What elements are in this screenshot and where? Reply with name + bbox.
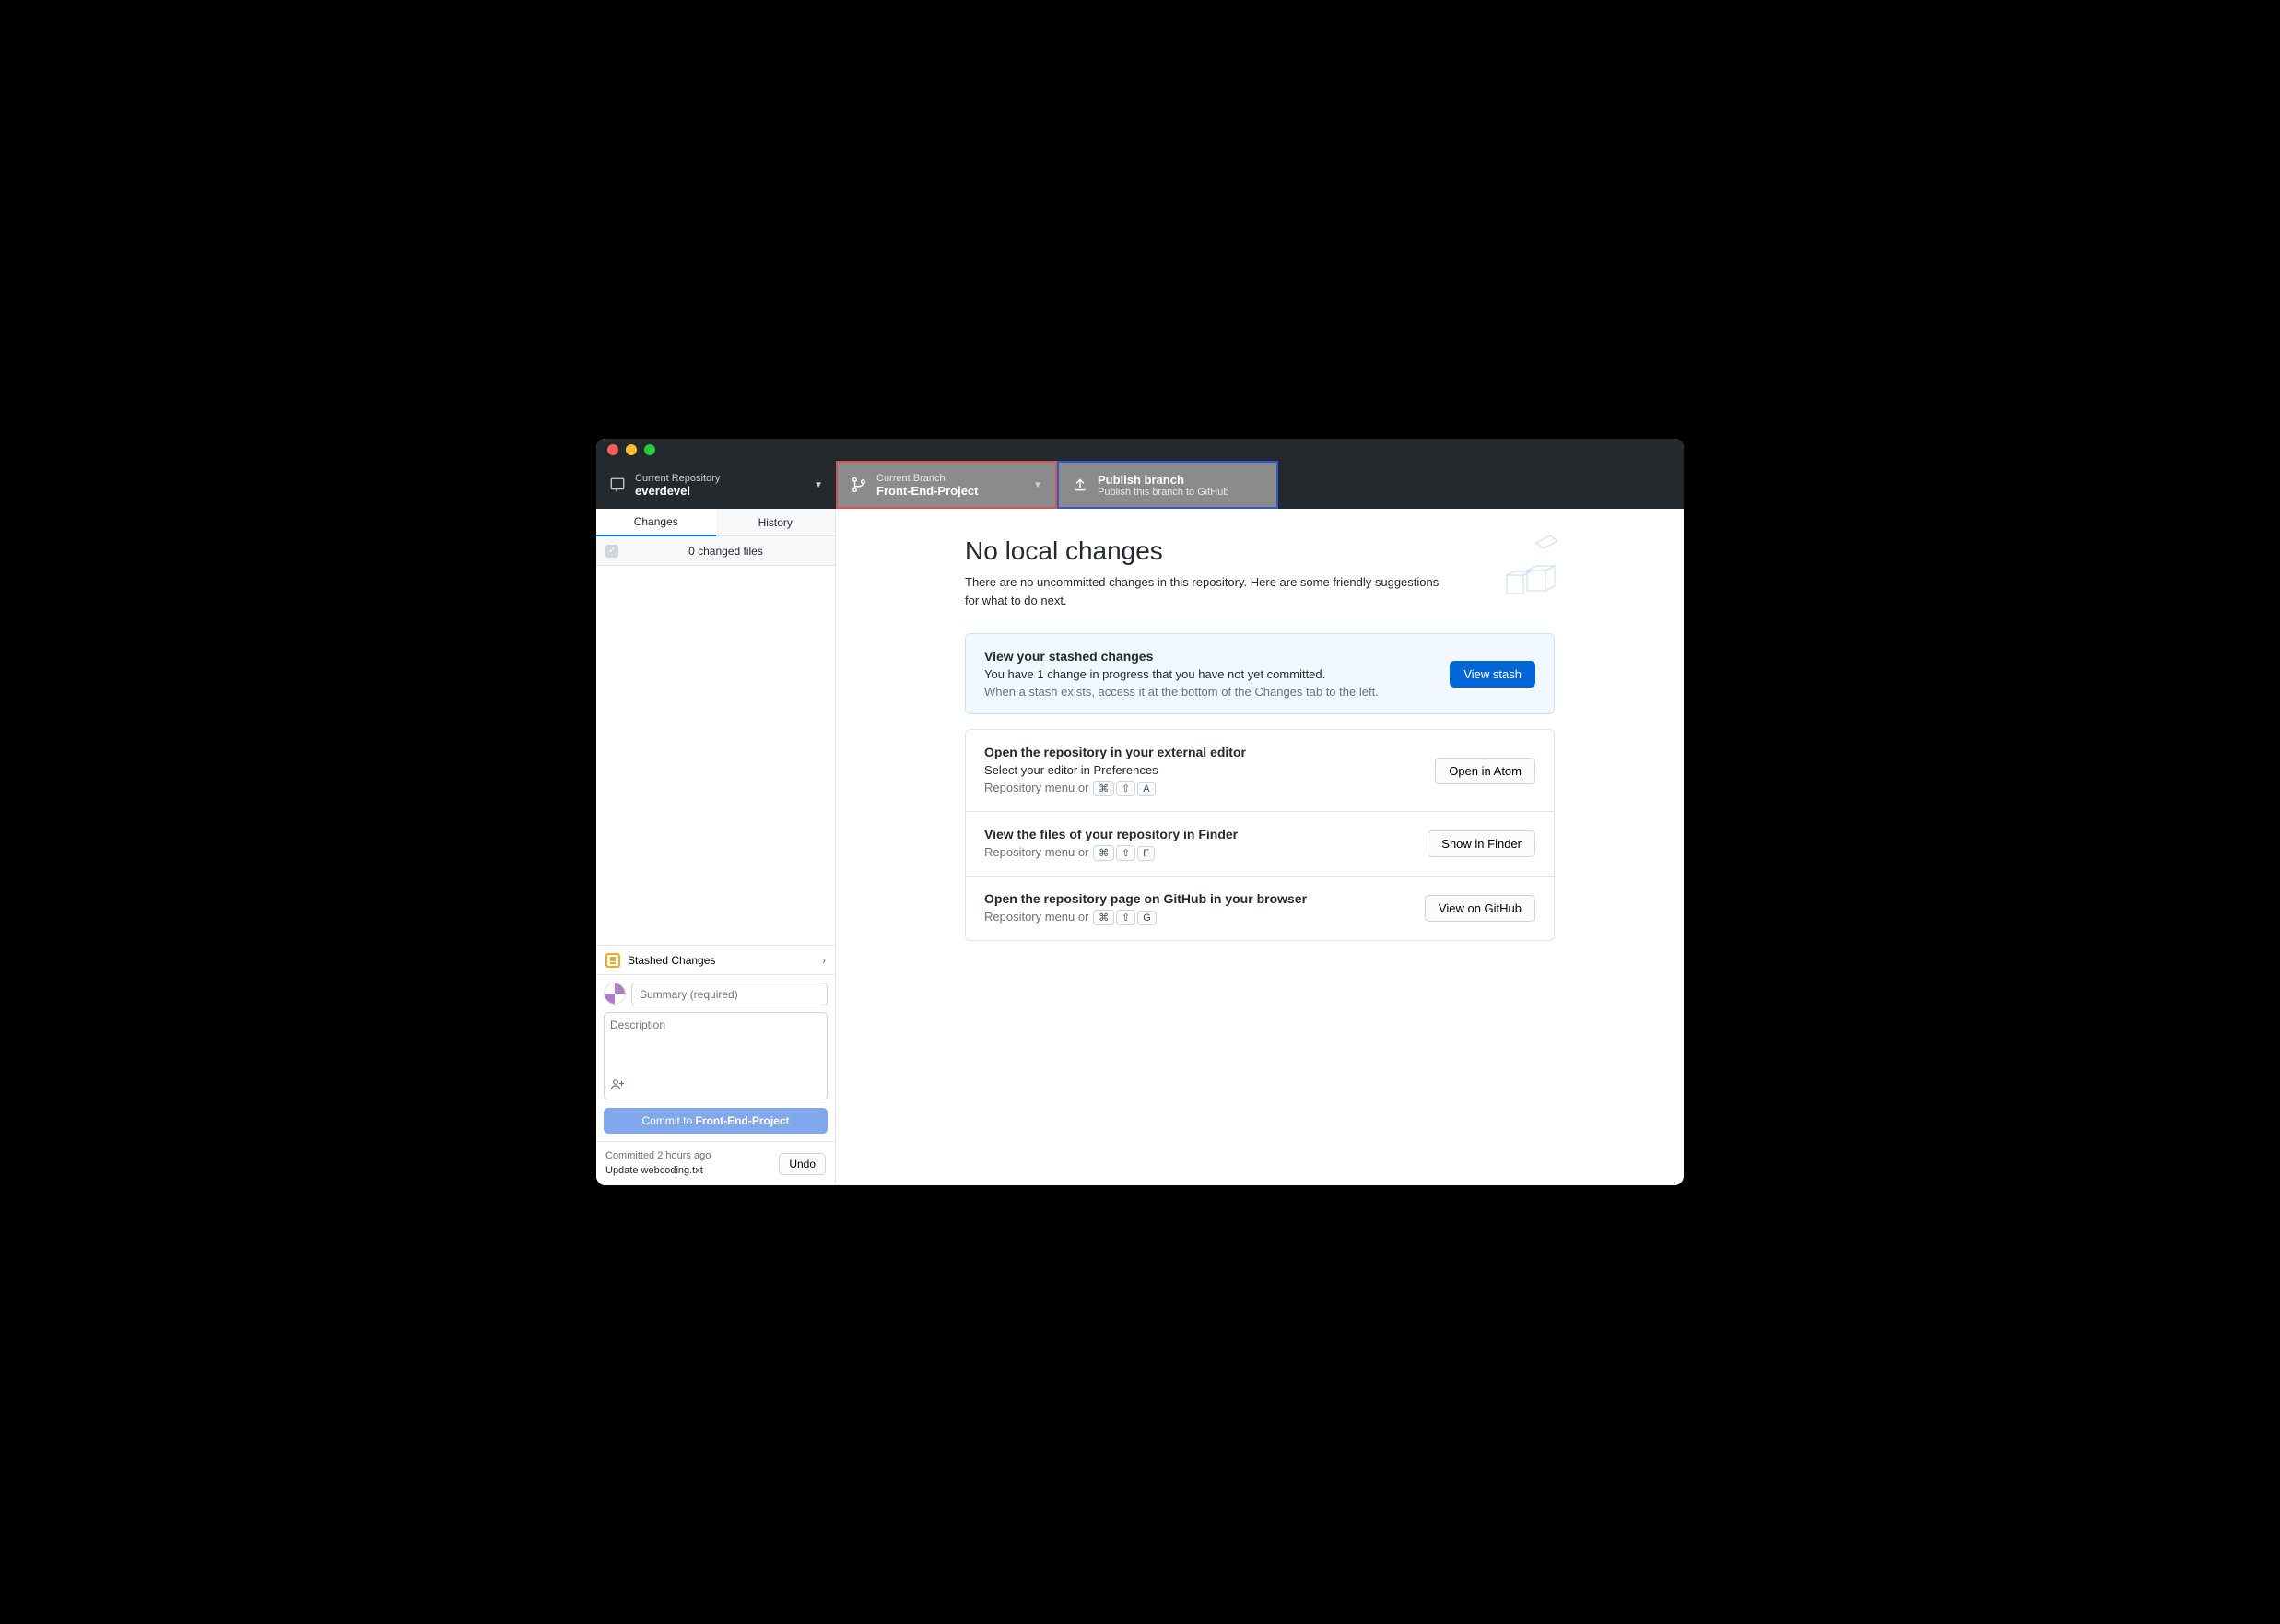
tab-history[interactable]: History — [716, 509, 836, 536]
chevron-right-icon: › — [822, 954, 826, 967]
page-subtitle: There are no uncommitted changes in this… — [965, 573, 1453, 609]
page-title: No local changes — [965, 536, 1555, 566]
commit-summary-input[interactable] — [631, 983, 828, 1006]
commit-form: Commit to Front-End-Project — [596, 974, 835, 1141]
publish-branch-button[interactable]: Publish branch Publish this branch to Gi… — [1057, 461, 1278, 509]
undo-button[interactable]: Undo — [779, 1153, 826, 1175]
commit-button[interactable]: Commit to Front-End-Project — [604, 1108, 828, 1134]
last-commit-row: Committed 2 hours ago Update webcoding.t… — [596, 1141, 835, 1185]
sidebar: Changes History ✓ 0 changed files Stashe… — [596, 509, 836, 1185]
close-window-button[interactable] — [607, 444, 618, 455]
person-add-icon — [610, 1078, 625, 1091]
editor-card-title: Open the repository in your external edi… — [984, 745, 1420, 759]
view-stash-button[interactable]: View stash — [1450, 661, 1535, 688]
editor-card: Open the repository in your external edi… — [966, 730, 1554, 812]
open-in-atom-button[interactable]: Open in Atom — [1435, 758, 1535, 784]
select-all-checkbox[interactable]: ✓ — [605, 545, 618, 558]
avatar — [604, 983, 626, 1005]
tab-changes[interactable]: Changes — [596, 509, 716, 536]
stashed-label: Stashed Changes — [628, 954, 715, 967]
fullscreen-window-button[interactable] — [644, 444, 655, 455]
file-list — [596, 566, 835, 945]
chevron-down-icon: ▼ — [1033, 480, 1042, 490]
stash-card-line: You have 1 change in progress that you h… — [984, 667, 1435, 681]
changed-files-count: 0 changed files — [626, 545, 826, 558]
last-commit-time: Committed 2 hours ago — [605, 1149, 771, 1163]
finder-card: View the files of your repository in Fin… — [966, 812, 1554, 877]
stash-card: View your stashed changes You have 1 cha… — [965, 633, 1555, 714]
preferences-link[interactable]: Preferences — [1094, 763, 1158, 777]
toolbar: Current Repository everdevel ▼ Current B… — [596, 461, 1684, 509]
finder-card-hint: Repository menu or ⌘⇧F — [984, 845, 1413, 861]
current-branch-dropdown[interactable]: Current Branch Front-End-Project ▼ — [836, 461, 1057, 509]
changed-files-header: ✓ 0 changed files — [596, 536, 835, 566]
add-coauthor-button[interactable] — [610, 1078, 821, 1094]
chevron-down-icon: ▼ — [814, 480, 823, 490]
stash-icon — [605, 953, 620, 968]
stashed-changes-row[interactable]: Stashed Changes › — [596, 945, 835, 974]
view-on-github-button[interactable]: View on GitHub — [1425, 895, 1535, 922]
finder-card-title: View the files of your repository in Fin… — [984, 827, 1413, 841]
stash-card-hint: When a stash exists, access it at the bo… — [984, 685, 1435, 699]
titlebar — [596, 439, 1684, 461]
repo-label: Current Repository — [635, 473, 814, 484]
editor-card-hint: Repository menu or ⌘⇧A — [984, 781, 1420, 796]
boxes-illustration — [1490, 529, 1564, 603]
sidebar-tabs: Changes History — [596, 509, 835, 536]
current-repository-dropdown[interactable]: Current Repository everdevel ▼ — [596, 461, 836, 509]
github-card: Open the repository page on GitHub in yo… — [966, 877, 1554, 940]
show-in-finder-button[interactable]: Show in Finder — [1428, 830, 1535, 857]
repo-name: everdevel — [635, 484, 814, 498]
stash-card-title: View your stashed changes — [984, 649, 1435, 664]
repo-icon — [609, 477, 626, 493]
branch-icon — [851, 477, 867, 493]
branch-name: Front-End-Project — [876, 484, 1033, 498]
minimize-window-button[interactable] — [626, 444, 637, 455]
main-panel: No local changes There are no uncommitte… — [836, 509, 1684, 1185]
publish-sub: Publish this branch to GitHub — [1098, 487, 1263, 498]
branch-label: Current Branch — [876, 473, 1033, 484]
github-card-hint: Repository menu or ⌘⇧G — [984, 910, 1410, 925]
github-card-title: Open the repository page on GitHub in yo… — [984, 891, 1410, 906]
app-window: Current Repository everdevel ▼ Current B… — [596, 439, 1684, 1185]
upload-icon — [1072, 477, 1088, 493]
commit-description-input[interactable] — [610, 1018, 821, 1078]
last-commit-message: Update webcoding.txt — [605, 1164, 771, 1178]
publish-title: Publish branch — [1098, 473, 1263, 487]
